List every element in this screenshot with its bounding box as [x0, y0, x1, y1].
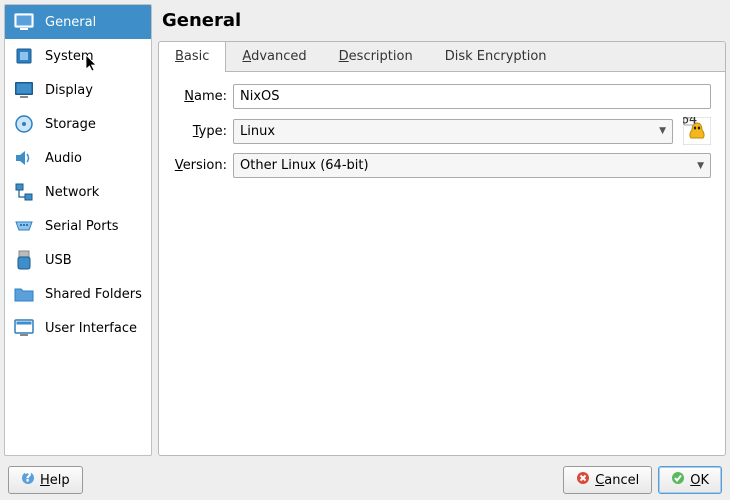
tab-disk-encryption[interactable]: Disk Encryption — [429, 42, 563, 71]
chevron-down-icon: ▼ — [659, 126, 666, 136]
type-value: Linux — [240, 124, 275, 139]
usb-icon — [13, 249, 35, 271]
tab-basic[interactable]: Basic — [159, 42, 226, 72]
sidebar-item-label: USB — [45, 253, 72, 268]
tab-description[interactable]: Description — [323, 42, 429, 71]
speaker-icon — [13, 147, 35, 169]
sidebar-item-label: Storage — [45, 117, 96, 132]
sidebar-item-user-interface[interactable]: User Interface — [5, 311, 151, 345]
type-label: Type: — [173, 124, 227, 139]
name-label: Name: — [173, 89, 227, 104]
sidebar-item-label: Shared Folders — [45, 287, 142, 302]
svg-text:64: 64 — [683, 117, 697, 128]
sidebar-item-storage[interactable]: Storage — [5, 107, 151, 141]
disk-icon — [13, 113, 35, 135]
sidebar-item-network[interactable]: Network — [5, 175, 151, 209]
network-icon — [13, 181, 35, 203]
tab-container: Basic Advanced Description Disk Encrypti… — [158, 41, 726, 456]
sidebar-item-label: General — [45, 15, 96, 30]
ok-button[interactable]: OK — [658, 466, 722, 494]
sidebar-item-shared-folders[interactable]: Shared Folders — [5, 277, 151, 311]
sidebar-item-audio[interactable]: Audio — [5, 141, 151, 175]
tab-content-basic: Name: Type: Linux ▼ 64 Version: — [159, 72, 725, 455]
sidebar-item-serial-ports[interactable]: Serial Ports — [5, 209, 151, 243]
sidebar-item-system[interactable]: System — [5, 39, 151, 73]
page-title: General — [158, 4, 726, 41]
chevron-down-icon: ▼ — [697, 161, 704, 171]
sidebar-item-general[interactable]: General — [5, 5, 151, 39]
ok-icon — [671, 471, 685, 489]
monitor-icon — [13, 11, 35, 33]
chip-icon — [13, 45, 35, 67]
serial-port-icon — [13, 215, 35, 237]
svg-text:?: ? — [24, 471, 32, 485]
version-combobox[interactable]: Other Linux (64-bit) ▼ — [233, 153, 711, 178]
help-button[interactable]: ? Help — [8, 466, 83, 494]
tab-advanced[interactable]: Advanced — [226, 42, 322, 71]
os-linux-icon: 64 — [683, 117, 711, 145]
cancel-icon — [576, 471, 590, 489]
help-icon: ? — [21, 471, 35, 489]
settings-sidebar: General System Display Storage Audio — [4, 4, 152, 456]
version-value: Other Linux (64-bit) — [240, 158, 369, 173]
cancel-button[interactable]: Cancel — [563, 466, 652, 494]
sidebar-item-label: Serial Ports — [45, 219, 118, 234]
name-input[interactable] — [233, 84, 711, 109]
folder-icon — [13, 283, 35, 305]
sidebar-item-label: Display — [45, 83, 93, 98]
sidebar-item-label: Network — [45, 185, 99, 200]
display-icon — [13, 79, 35, 101]
sidebar-item-label: User Interface — [45, 321, 137, 336]
version-label: Version: — [173, 158, 227, 173]
sidebar-item-label: Audio — [45, 151, 82, 166]
sidebar-item-display[interactable]: Display — [5, 73, 151, 107]
dialog-footer: ? Help Cancel OK — [0, 460, 730, 500]
sidebar-item-label: System — [45, 49, 93, 64]
tab-bar: Basic Advanced Description Disk Encrypti… — [159, 42, 725, 72]
sidebar-item-usb[interactable]: USB — [5, 243, 151, 277]
ui-icon — [13, 317, 35, 339]
type-combobox[interactable]: Linux ▼ — [233, 119, 673, 144]
